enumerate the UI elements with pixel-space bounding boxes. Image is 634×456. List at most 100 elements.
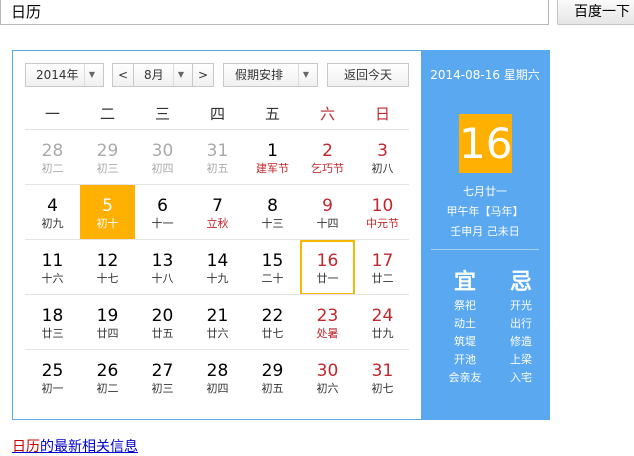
lunar-label: 初十 [96,217,119,230]
calendar-day[interactable]: 19 廿四 [80,295,135,350]
calendar-day[interactable]: 15 二十 [245,240,300,295]
calendar-day[interactable]: 6 十一 [135,185,190,240]
calendar-day[interactable]: 28 初四 [190,350,245,405]
back-to-today-button[interactable]: 返回今天 [327,63,409,87]
inauspicious-item: 出行 [510,317,532,330]
year-select-label: 2014年 [36,68,79,82]
day-number: 28 [41,141,64,161]
day-number: 2 [322,141,333,161]
calendar-day[interactable]: 22 廿七 [245,295,300,350]
calendar-day[interactable]: 18 廿三 [25,295,80,350]
calendar-day[interactable]: 14 十九 [190,240,245,295]
lunar-label: 廿七 [261,327,284,340]
lunar-label: 处暑 [316,327,339,340]
next-month-button[interactable]: > [192,63,214,87]
lunar-label: 廿三 [41,327,64,340]
lunar-label: 立秋 [206,217,229,230]
calendar-day[interactable]: 23 处暑 [300,295,355,350]
calendar-day[interactable]: 17 廿二 [355,240,410,295]
selected-day-number: 16 [459,114,512,173]
related-info-text: 的最新相关信息 [40,439,138,455]
day-number: 21 [206,306,229,326]
lunar-label: 初五 [206,162,229,175]
lunar-label: 初三 [96,162,119,175]
calendar-day[interactable]: 12 十七 [80,240,135,295]
day-number: 25 [41,361,64,381]
lunar-label: 十六 [41,272,64,285]
calendar-day[interactable]: 25 初一 [25,350,80,405]
chevron-down-icon: ▼ [173,64,188,86]
day-number: 30 [151,141,174,161]
auspicious-item: 筑堤 [454,335,476,348]
day-number: 12 [96,251,119,271]
day-number: 19 [96,306,119,326]
day-number: 1 [267,141,278,161]
calendar-widget: 2014年 ▼ < 8月 ▼ > 假期安排 ▼ 返回今天 一二三四五六日 28 初… [12,50,550,420]
calendar-day[interactable]: 9 十四 [300,185,355,240]
lunar-label: 十九 [206,272,229,285]
lunar-label: 十八 [151,272,174,285]
chevron-down-icon: ▼ [298,64,313,86]
lunar-label: 初二 [41,162,64,175]
day-number: 23 [316,306,339,326]
lunar-label: 廿五 [151,327,174,340]
auspicious-item: 动土 [454,317,476,330]
calendar-day[interactable]: 29 初五 [245,350,300,405]
weekday-label: 日 [374,105,390,123]
lunar-label: 初九 [41,217,64,230]
calendar-day-selected[interactable]: 16 廿一 [300,240,355,295]
calendar-day[interactable]: 8 十三 [245,185,300,240]
calendar-day[interactable]: 20 廿五 [135,295,190,350]
day-number: 7 [212,196,223,216]
lunar-label: 初六 [316,382,339,395]
holiday-select[interactable]: 假期安排 ▼ [223,63,318,87]
day-number: 4 [47,196,58,216]
selected-date-label: 2014-08-16 星期六 [430,68,540,82]
weekday-label: 六 [319,105,335,123]
search-button[interactable]: 百度一下 [557,0,634,25]
calendar-day[interactable]: 24 廿九 [355,295,410,350]
calendar-day[interactable]: 5 初十 [80,185,135,240]
day-number: 6 [157,196,168,216]
search-input[interactable]: 日历 [0,0,549,25]
ganzhi-year: 甲午年【马年】 [446,205,524,218]
day-number: 20 [151,306,174,326]
calendar-day[interactable]: 30 初四 [135,130,190,185]
calendar-day[interactable]: 31 初五 [190,130,245,185]
lunar-label: 初四 [151,162,174,175]
calendar-day[interactable]: 31 初七 [355,350,410,405]
related-info-link[interactable]: 日历的最新相关信息 [12,436,138,456]
calendar-day[interactable]: 1 建军节 [245,130,300,185]
day-number: 31 [206,141,229,161]
calendar-day[interactable]: 10 中元节 [355,185,410,240]
calendar-day[interactable]: 2 乞巧节 [300,130,355,185]
lunar-label: 初四 [206,382,229,395]
calendar-day[interactable]: 3 初八 [355,130,410,185]
lunar-label: 十四 [316,217,339,230]
day-number: 8 [267,196,278,216]
calendar-day[interactable]: 26 初二 [80,350,135,405]
calendar-day[interactable]: 13 十八 [135,240,190,295]
day-number: 15 [261,251,284,271]
calendar-day[interactable]: 28 初二 [25,130,80,185]
auspicious-list: 祭祀 动土 筑堤 开池 会亲友 [440,297,490,387]
auspicious-item: 祭祀 [454,299,476,312]
calendar-day[interactable]: 4 初九 [25,185,80,240]
month-select[interactable]: 8月 ▼ [134,63,192,87]
weekday-header: 一二三四五六日 [25,99,409,130]
calendar-day[interactable]: 30 初六 [300,350,355,405]
inauspicious-item: 上梁 [510,353,532,366]
calendar-day[interactable]: 27 初三 [135,350,190,405]
day-number: 29 [96,141,119,161]
prev-month-button[interactable]: < [112,63,134,87]
related-info-keyword: 日历 [12,439,40,455]
day-number: 26 [96,361,119,381]
lunar-label: 初二 [96,382,119,395]
calendar-day[interactable]: 29 初三 [80,130,135,185]
calendar-day[interactable]: 7 立秋 [190,185,245,240]
year-select[interactable]: 2014年 ▼ [25,63,104,87]
lunar-label: 初八 [371,162,394,175]
calendar-day[interactable]: 21 廿六 [190,295,245,350]
lunar-date: 七月廿一 [463,185,507,198]
calendar-day[interactable]: 11 十六 [25,240,80,295]
